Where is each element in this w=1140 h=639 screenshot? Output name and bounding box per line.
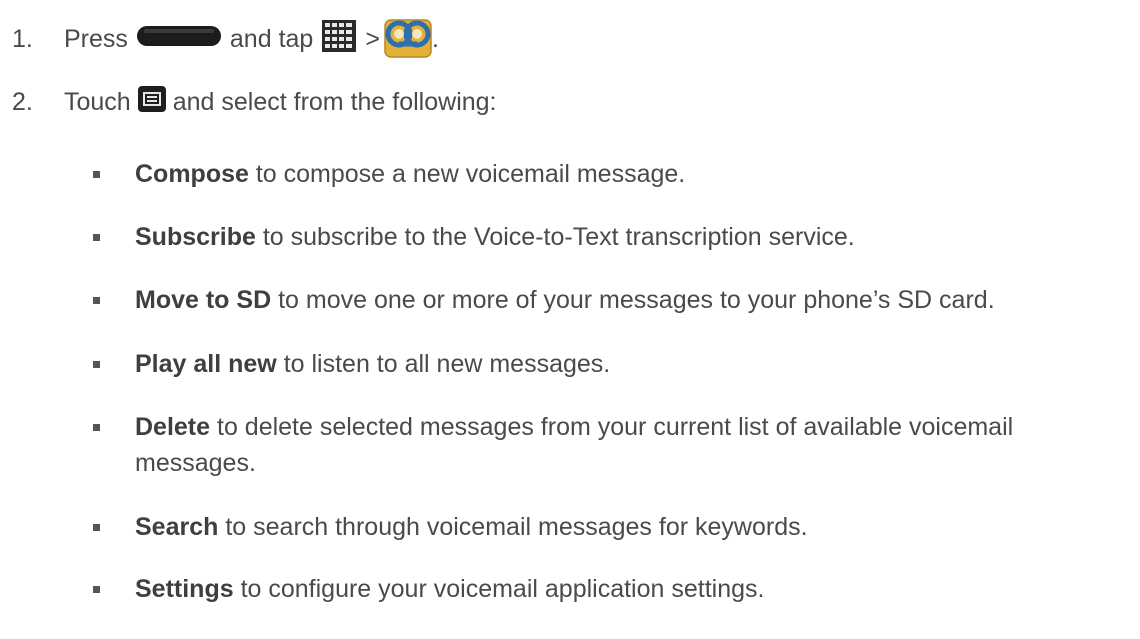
home-key-icon [136,24,222,55]
option-term: Search [135,513,219,541]
option-desc-continued: messages. [135,449,256,477]
bullet [93,171,100,178]
option-desc: to listen to all new messages. [276,350,611,378]
bullet [93,234,100,241]
option-desc: to search through voicemail messages for… [218,513,808,541]
step-number: 1. [12,25,33,53]
step-2: 2. Touch and select from the following: [12,85,497,120]
bullet [93,297,100,304]
option-desc: to configure your voicemail application … [233,575,765,603]
option-term: Move to SD [135,286,272,314]
option-desc: to delete selected messages from your cu… [210,413,1014,441]
option-desc: to move one or more of your messages to … [271,286,995,314]
bullet [93,586,100,593]
step-1: 1. Press and tap > . [12,14,439,65]
bullet [93,424,100,431]
menu-key-icon [137,85,167,120]
bullet [93,361,100,368]
step-text: Press [64,25,128,53]
option-term: Settings [135,575,234,603]
apps-grid-icon [321,19,357,60]
step-text: and tap [229,25,314,53]
option-term: Delete [135,413,211,441]
step-number: 2. [12,88,33,116]
option-term: Subscribe [135,223,256,251]
step-text: . [431,25,439,53]
step-text: Touch [64,88,131,116]
option-desc: to subscribe to the Voice-to-Text transc… [255,223,855,251]
step-text: and select from the following: [172,88,497,116]
option-desc: to compose a new voicemail message. [248,160,686,188]
bullet [93,524,100,531]
voicemail-app-icon [384,14,432,65]
option-term: Compose [135,160,249,188]
step-text: > [365,25,380,53]
option-term: Play all new [135,350,277,378]
